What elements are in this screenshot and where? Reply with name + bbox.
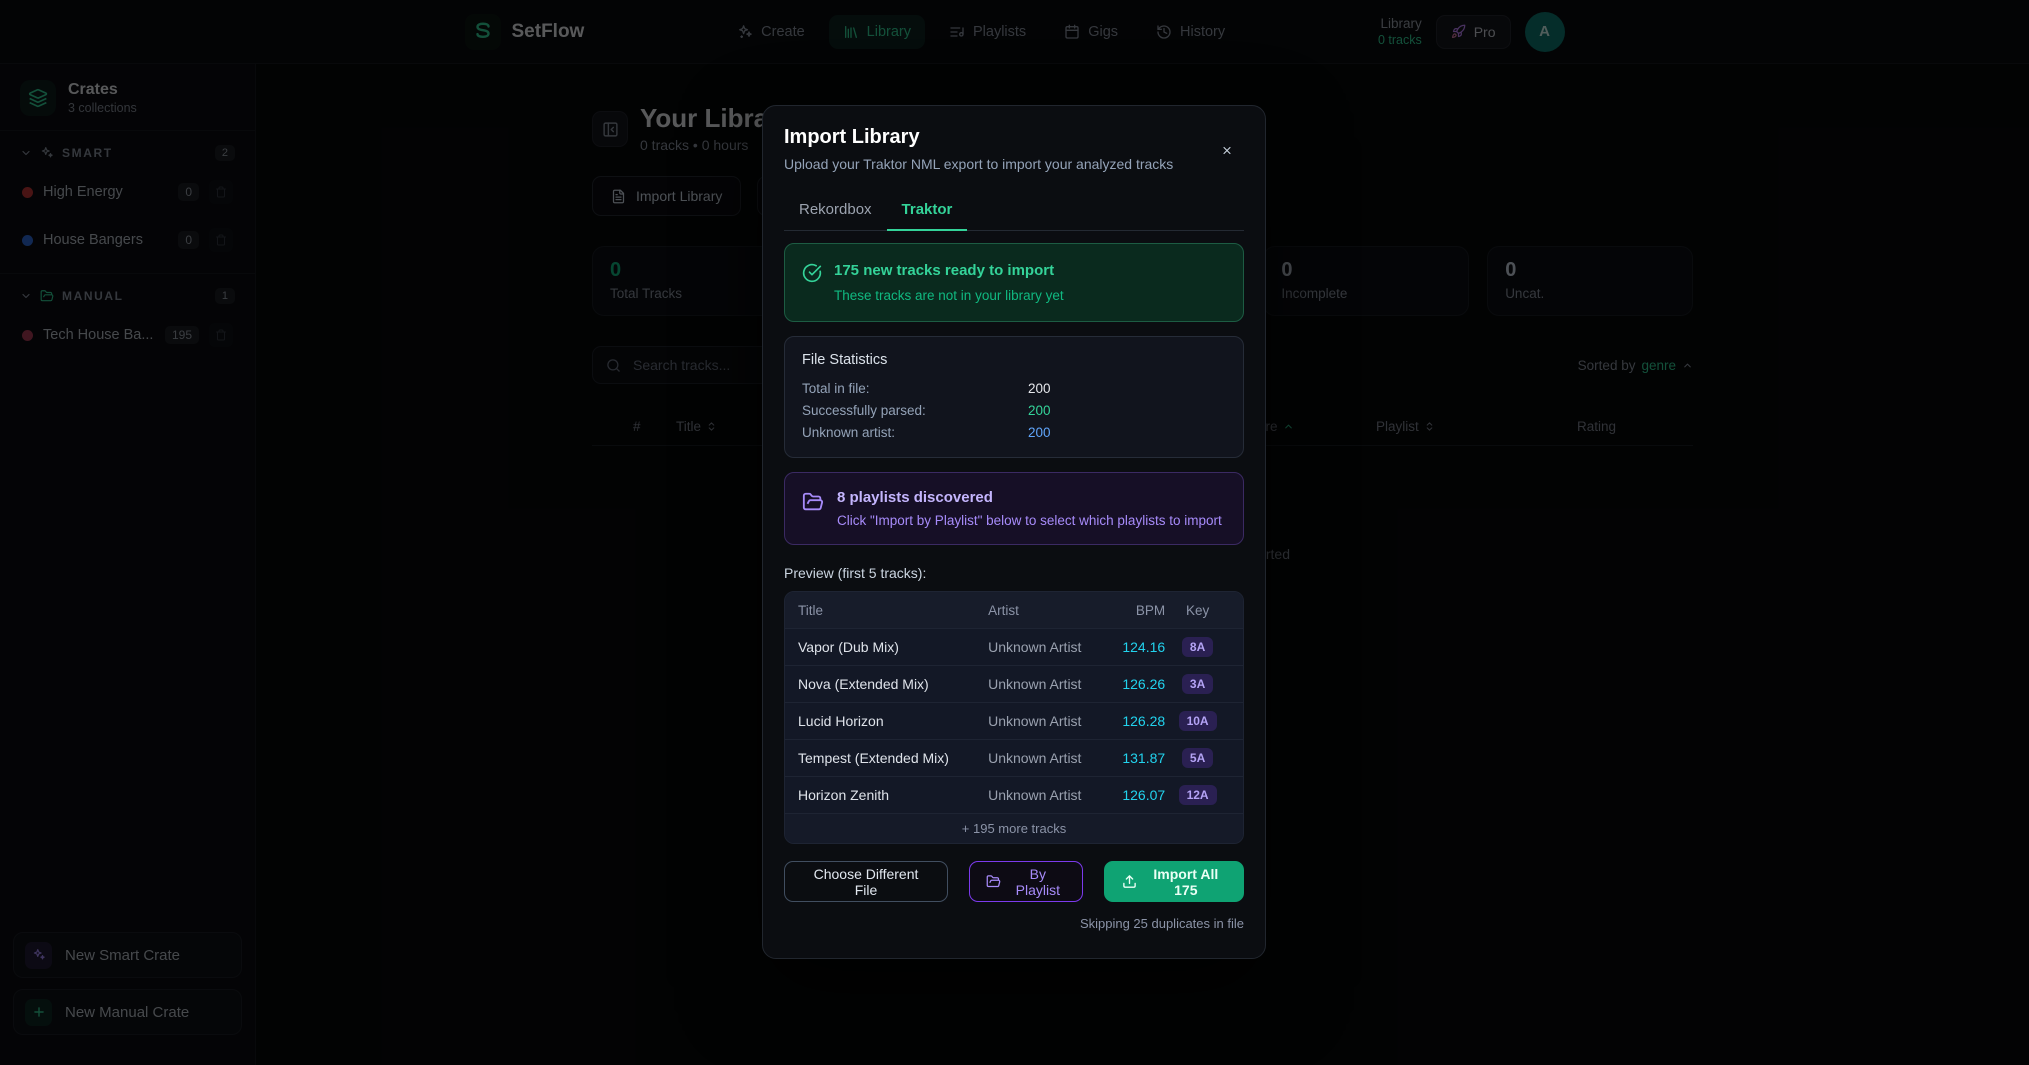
key-badge: 5A [1182, 748, 1213, 768]
table-row: Lucid Horizon Unknown Artist 126.28 10A [785, 702, 1243, 739]
import-source-tabs: Rekordbox Traktor [784, 192, 1244, 231]
duplicates-note: Skipping 25 duplicates in file [784, 916, 1244, 931]
folder-open-icon [802, 491, 824, 513]
preview-table-header: Title Artist BPM Key [785, 592, 1243, 628]
table-row: Nova (Extended Mix) Unknown Artist 126.2… [785, 665, 1243, 702]
app-root: SetFlow Create Library Playlists Gigs [0, 0, 2029, 1065]
table-row: Horizon Zenith Unknown Artist 126.07 12A [785, 776, 1243, 813]
upload-icon [1122, 874, 1137, 889]
by-playlist-button[interactable]: By Playlist [969, 861, 1083, 902]
modal-actions: Choose Different File By Playlist Import… [784, 861, 1244, 902]
import-all-button[interactable]: Import All 175 [1104, 861, 1244, 902]
circle-check-icon [802, 263, 822, 283]
modal-subtitle: Upload your Traktor NML export to import… [784, 156, 1244, 172]
key-badge: 12A [1179, 785, 1217, 805]
import-library-modal: Import Library Upload your Traktor NML e… [762, 105, 1266, 959]
folder-open-icon [986, 874, 1001, 889]
preview-label: Preview (first 5 tracks): [784, 565, 1244, 581]
alert-title: 175 new tracks ready to import [834, 262, 1064, 279]
more-tracks-footer: + 195 more tracks [785, 813, 1243, 843]
key-badge: 3A [1182, 674, 1213, 694]
key-badge: 10A [1179, 711, 1217, 731]
table-row: Tempest (Extended Mix) Unknown Artist 13… [785, 739, 1243, 776]
stat-row-total: Total in file: 200 [802, 381, 1226, 396]
stat-row-unknown-artist: Unknown artist: 200 [802, 425, 1226, 440]
key-badge: 8A [1182, 637, 1213, 657]
modal-title: Import Library [784, 126, 1244, 149]
alert-subtitle: These tracks are not in your library yet [834, 288, 1064, 303]
playlists-title: 8 playlists discovered [837, 489, 1222, 506]
table-row: Vapor (Dub Mix) Unknown Artist 124.16 8A [785, 628, 1243, 665]
tab-traktor[interactable]: Traktor [887, 192, 968, 231]
playlists-subtitle: Click "Import by Playlist" below to sele… [837, 513, 1222, 528]
playlists-discovered-card: 8 playlists discovered Click "Import by … [784, 472, 1244, 545]
tab-rekordbox[interactable]: Rekordbox [784, 192, 887, 231]
stat-row-parsed: Successfully parsed: 200 [802, 403, 1226, 418]
file-statistics-title: File Statistics [802, 352, 1226, 368]
import-ready-alert: 175 new tracks ready to import These tra… [784, 243, 1244, 322]
choose-different-file-button[interactable]: Choose Different File [784, 861, 948, 902]
file-statistics-card: File Statistics Total in file: 200 Succe… [784, 336, 1244, 458]
preview-table: Title Artist BPM Key Vapor (Dub Mix) Unk… [784, 591, 1244, 844]
close-icon[interactable] [1215, 138, 1239, 162]
